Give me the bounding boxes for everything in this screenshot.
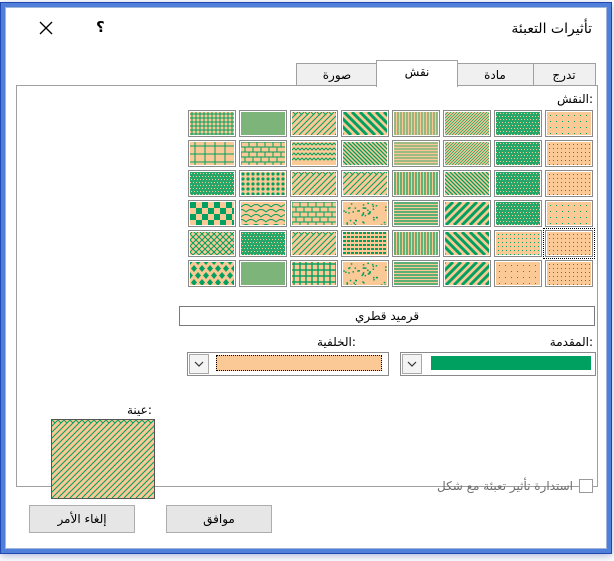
rotate-with-shape-checkbox[interactable]	[579, 479, 593, 493]
pattern-swatch[interactable]	[188, 230, 236, 257]
pattern-swatch[interactable]	[494, 110, 542, 137]
pattern-swatch[interactable]	[545, 110, 593, 137]
pattern-swatch[interactable]	[290, 230, 338, 257]
pattern-swatch[interactable]	[239, 260, 287, 287]
pattern-swatch[interactable]	[443, 230, 491, 257]
pattern-swatch[interactable]	[494, 200, 542, 227]
pattern-swatch[interactable]	[545, 170, 593, 197]
pattern-swatch[interactable]	[545, 200, 593, 227]
tab-texture[interactable]: مادة	[456, 63, 534, 86]
sample-preview	[51, 419, 155, 499]
pattern-swatch[interactable]	[239, 110, 287, 137]
tab-gradient[interactable]: تدرج	[532, 63, 596, 86]
pattern-swatch[interactable]	[494, 140, 542, 167]
pattern-swatch[interactable]	[392, 200, 440, 227]
pattern-swatch[interactable]	[188, 140, 236, 167]
pattern-swatch[interactable]	[341, 140, 389, 167]
pattern-swatch[interactable]	[392, 230, 440, 257]
help-button[interactable]: ؟	[96, 18, 105, 36]
close-icon[interactable]	[32, 16, 60, 40]
pattern-swatch[interactable]	[341, 170, 389, 197]
pattern-swatch[interactable]	[341, 260, 389, 287]
sample-label: عينة:	[127, 403, 152, 417]
background-label: الخلفية:	[317, 335, 356, 349]
pattern-swatch[interactable]	[545, 140, 593, 167]
pattern-swatch[interactable]	[188, 170, 236, 197]
foreground-color-dropdown[interactable]	[400, 352, 596, 376]
background-color-dropdown[interactable]	[187, 352, 389, 376]
pattern-swatch[interactable]	[443, 200, 491, 227]
rotate-with-shape-label: استدارة تأثير تعبئة مع شكل	[437, 479, 573, 493]
foreground-color-swatch	[431, 356, 591, 370]
pattern-swatch[interactable]	[392, 170, 440, 197]
pattern-swatch[interactable]	[239, 170, 287, 197]
pattern-swatch[interactable]	[443, 260, 491, 287]
pattern-swatch[interactable]	[290, 200, 338, 227]
pattern-swatch[interactable]	[290, 110, 338, 137]
cancel-button[interactable]: إلغاء الأمر	[29, 505, 135, 533]
pattern-swatch[interactable]	[494, 260, 542, 287]
pattern-swatch[interactable]	[443, 170, 491, 197]
chevron-down-icon[interactable]	[189, 354, 209, 374]
tab-picture[interactable]: صورة	[296, 63, 378, 86]
dialog-title: تأثيرات التعبئة	[511, 21, 592, 37]
pattern-name: قرميد قطري	[179, 306, 595, 326]
pattern-swatch[interactable]	[443, 140, 491, 167]
foreground-label: المقدمة:	[549, 335, 593, 349]
pattern-swatch[interactable]	[239, 140, 287, 167]
ok-button[interactable]: موافق	[166, 505, 272, 533]
pattern-swatch[interactable]	[290, 140, 338, 167]
chevron-down-icon[interactable]	[402, 354, 422, 374]
pattern-swatch[interactable]	[188, 260, 236, 287]
title-bar: تأثيرات التعبئة ؟	[6, 8, 606, 48]
pattern-swatch[interactable]	[443, 110, 491, 137]
background-color-swatch	[216, 355, 382, 371]
pattern-swatch[interactable]	[543, 228, 595, 259]
pattern-swatch[interactable]	[392, 110, 440, 137]
pattern-swatch[interactable]	[188, 200, 236, 227]
pattern-swatch[interactable]	[341, 230, 389, 257]
pattern-panel: النقش: قرميد قطري المقدمة: الخلفية: عينة…	[16, 85, 598, 499]
pattern-grid	[187, 110, 595, 292]
pattern-swatch[interactable]	[239, 230, 287, 257]
tab-pattern[interactable]: نقش	[376, 60, 458, 87]
pattern-swatch[interactable]	[494, 170, 542, 197]
tab-strip: تدرج مادة نقش صورة	[6, 60, 606, 87]
pattern-swatch[interactable]	[392, 140, 440, 167]
pattern-swatch[interactable]	[188, 110, 236, 137]
pattern-swatch[interactable]	[545, 260, 593, 287]
rotate-with-shape-option[interactable]: استدارة تأثير تعبئة مع شكل	[437, 479, 593, 493]
fill-effects-dialog: تأثيرات التعبئة ؟ تدرج مادة نقش صورة الن…	[5, 7, 607, 549]
pattern-swatch[interactable]	[341, 110, 389, 137]
pattern-swatch[interactable]	[239, 200, 287, 227]
pattern-label: النقش:	[556, 92, 593, 106]
pattern-swatch[interactable]	[341, 200, 389, 227]
pattern-swatch[interactable]	[392, 260, 440, 287]
pattern-swatch[interactable]	[290, 260, 338, 287]
pattern-swatch[interactable]	[494, 230, 542, 257]
pattern-swatch[interactable]	[290, 170, 338, 197]
